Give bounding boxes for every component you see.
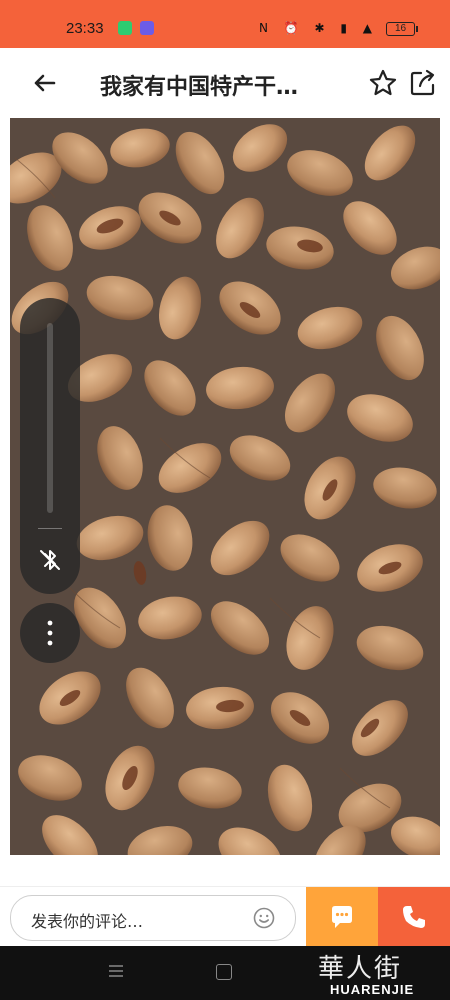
- watermark-cn: 華人街: [318, 954, 403, 984]
- notification-app-icon: [118, 21, 132, 35]
- more-vertical-icon: [47, 620, 53, 646]
- status-icons: N ⏰ ✱ ▮ ▲: [258, 21, 378, 35]
- battery-icon: 16: [386, 22, 418, 36]
- volume-slider[interactable]: [47, 323, 53, 513]
- smile-icon[interactable]: [253, 907, 275, 929]
- system-nav-bar: 華人街 HUARENJIE: [0, 946, 450, 1000]
- status-time: 23:33: [66, 20, 104, 37]
- bottom-action-bar: 发表你的评论…: [0, 886, 450, 947]
- star-icon[interactable]: [368, 68, 398, 98]
- comment-placeholder: 发表你的评论…: [31, 912, 144, 931]
- status-bar: 23:33 N ⏰ ✱ ▮ ▲ 16: [0, 0, 450, 48]
- volume-panel[interactable]: [20, 298, 80, 594]
- comment-input[interactable]: 发表你的评论…: [10, 895, 296, 941]
- share-icon[interactable]: [408, 68, 438, 98]
- recent-apps-icon[interactable]: [108, 964, 124, 978]
- volume-divider: [38, 528, 62, 529]
- page-title: 我家有中国特产干…: [100, 75, 299, 100]
- watermark-en: HUARENJIE: [330, 982, 415, 997]
- notification-app-icon: [140, 21, 154, 35]
- huarenjie-watermark: 華人街 HUARENJIE: [316, 948, 444, 998]
- back-arrow-icon[interactable]: [30, 68, 60, 98]
- call-button[interactable]: [378, 887, 450, 947]
- volume-more-button[interactable]: [20, 603, 80, 663]
- chat-button[interactable]: [306, 887, 378, 947]
- chat-bubble-icon: [332, 906, 352, 928]
- home-icon[interactable]: [216, 964, 232, 980]
- bluetooth-off-icon[interactable]: [36, 546, 64, 574]
- phone-icon: [403, 906, 425, 928]
- header: 我家有中国特产干…: [0, 48, 450, 118]
